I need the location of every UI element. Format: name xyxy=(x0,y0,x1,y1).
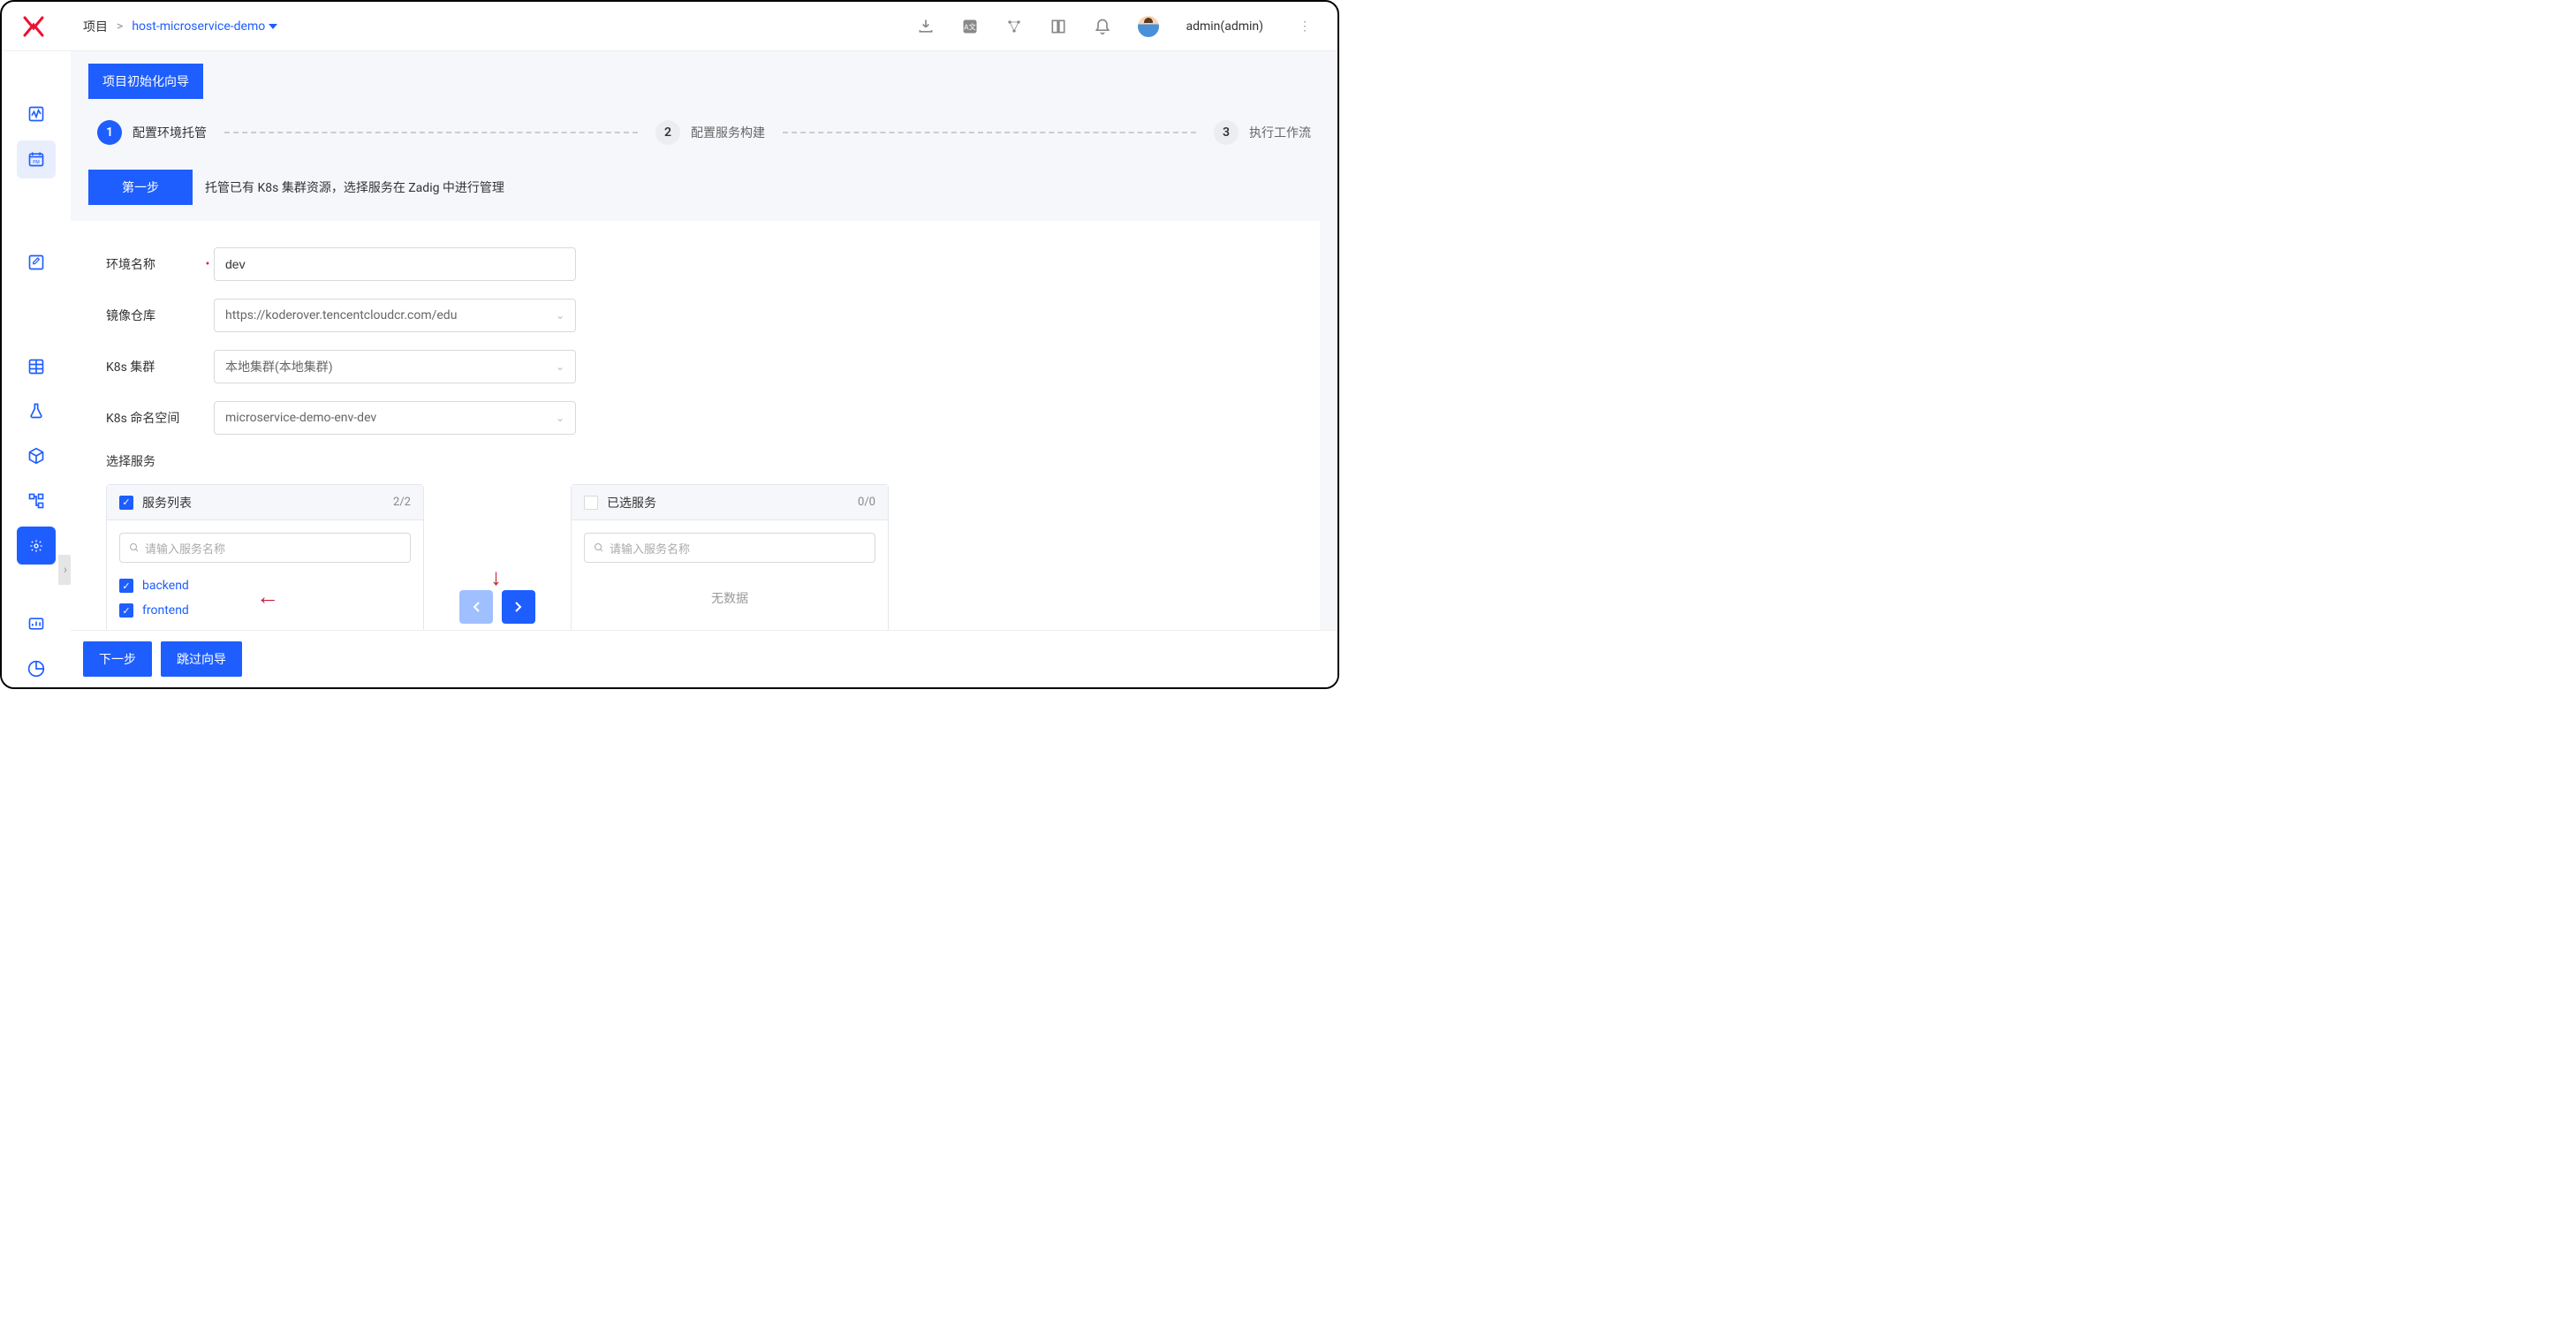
avatar[interactable] xyxy=(1138,16,1159,37)
svg-text:A文: A文 xyxy=(965,22,977,32)
checkbox[interactable] xyxy=(119,603,133,618)
next-button[interactable]: 下一步 xyxy=(83,641,152,677)
network-icon[interactable] xyxy=(1005,18,1023,35)
bell-icon[interactable] xyxy=(1094,18,1111,35)
sidebar-item-pie[interactable] xyxy=(17,649,56,687)
transfer-left-button xyxy=(459,590,493,624)
k8s-cluster-select[interactable]: 本地集群(本地集群) ⌄ xyxy=(214,350,576,383)
env-name-input[interactable] xyxy=(214,247,576,281)
steps-row: 1 配置环境托管 2 配置服务构建 3 执行工作流 xyxy=(71,99,1337,166)
topbar: 项目 > host-microservice-demo A文 admin(adm… xyxy=(2,2,1337,51)
select-service-label: 选择服务 xyxy=(106,452,1284,470)
sidebar-item-edit[interactable] xyxy=(17,244,56,282)
sidebar-item-package[interactable] xyxy=(17,437,56,475)
book-icon[interactable] xyxy=(1049,18,1067,35)
transfer-right-checkall[interactable] xyxy=(584,496,598,510)
sidebar-item-pm[interactable]: PM xyxy=(17,140,56,178)
k8s-ns-select[interactable]: microservice-demo-env-dev ⌄ xyxy=(214,401,576,435)
transfer-right-panel: 已选服务 0/0 请输入服务名称 无数据 xyxy=(571,484,889,647)
sidebar-item-flask[interactable] xyxy=(17,392,56,430)
footer-bar: 下一步 跳过向导 xyxy=(71,630,1337,687)
annotation-arrow-down: ↓ xyxy=(490,564,502,591)
sidebar-item-monitor[interactable] xyxy=(17,95,56,133)
form-card: 环境名称 • 镜像仓库 https://koderover.tencentclo… xyxy=(71,221,1320,664)
image-repo-select[interactable]: https://koderover.tencentcloudcr.com/edu… xyxy=(214,299,576,332)
sidebar: PM › xyxy=(2,51,71,687)
sidebar-item-settings[interactable] xyxy=(17,527,56,565)
step-chip: 第一步 xyxy=(88,170,193,205)
transfer-right-count: 0/0 xyxy=(858,496,875,509)
transfer-item-frontend[interactable]: frontend xyxy=(119,598,411,623)
env-name-label: 环境名称 xyxy=(106,255,201,273)
step-2-label: 配置服务构建 xyxy=(691,124,765,141)
sidebar-item-table[interactable] xyxy=(17,347,56,385)
translate-icon[interactable]: A文 xyxy=(961,18,979,35)
transfer-right-title: 已选服务 xyxy=(607,494,656,512)
step-3-num: 3 xyxy=(1214,120,1239,145)
transfer-right-search[interactable]: 请输入服务名称 xyxy=(584,533,875,563)
step-1: 1 配置环境托管 xyxy=(97,120,207,145)
app-logo xyxy=(19,12,48,41)
transfer-buttons xyxy=(459,590,535,624)
more-menu-icon[interactable]: ⋮ xyxy=(1290,19,1320,34)
breadcrumb-root[interactable]: 项目 xyxy=(83,18,108,35)
search-icon xyxy=(594,542,604,553)
chevron-down-icon: ⌄ xyxy=(556,412,564,424)
transfer-left-search[interactable]: 请输入服务名称 xyxy=(119,533,411,563)
step-3-label: 执行工作流 xyxy=(1249,124,1311,141)
chevron-down-icon: ⌄ xyxy=(556,360,564,373)
download-icon[interactable] xyxy=(917,18,935,35)
chevron-right-icon xyxy=(514,601,523,613)
breadcrumb: 项目 > host-microservice-demo xyxy=(83,18,917,35)
username[interactable]: admin(admin) xyxy=(1186,19,1263,34)
transfer-right-nodata: 无数据 xyxy=(584,563,875,633)
chevron-left-icon xyxy=(472,601,481,613)
breadcrumb-sep: > xyxy=(117,19,123,34)
transfer: 服务列表 2/2 请输入服务名称 xyxy=(106,484,1284,647)
step-1-num: 1 xyxy=(97,120,122,145)
sidebar-item-stats[interactable] xyxy=(17,604,56,642)
k8s-ns-label: K8s 命名空间 xyxy=(106,409,201,427)
transfer-right-button[interactable] xyxy=(502,590,535,624)
step-3: 3 执行工作流 xyxy=(1214,120,1311,145)
transfer-left-count: 2/2 xyxy=(393,496,411,509)
main-content: 项目初始化向导 1 配置环境托管 2 配置服务构建 3 执行工作流 xyxy=(71,51,1337,687)
transfer-item-backend[interactable]: backend xyxy=(119,573,411,598)
step-1-label: 配置环境托管 xyxy=(133,124,207,141)
skip-button[interactable]: 跳过向导 xyxy=(161,641,242,677)
search-icon xyxy=(129,542,140,553)
transfer-left-checkall[interactable] xyxy=(119,496,133,510)
svg-text:PM: PM xyxy=(33,160,40,165)
transfer-left-title: 服务列表 xyxy=(142,494,192,512)
chevron-down-icon: ⌄ xyxy=(556,309,564,322)
required-indicator: • xyxy=(201,257,214,271)
breadcrumb-current[interactable]: host-microservice-demo xyxy=(132,19,277,34)
step-desc: 托管已有 K8s 集群资源，选择服务在 Zadig 中进行管理 xyxy=(205,178,504,196)
image-repo-label: 镜像仓库 xyxy=(106,307,201,324)
step-2-num: 2 xyxy=(655,120,680,145)
checkbox[interactable] xyxy=(119,579,133,593)
wizard-badge: 项目初始化向导 xyxy=(88,64,203,99)
k8s-cluster-label: K8s 集群 xyxy=(106,358,201,375)
transfer-left-panel: 服务列表 2/2 请输入服务名称 xyxy=(106,484,424,636)
step-2: 2 配置服务构建 xyxy=(655,120,765,145)
sidebar-item-tree[interactable] xyxy=(17,482,56,520)
topbar-right: A文 admin(admin) ⋮ xyxy=(917,16,1320,37)
